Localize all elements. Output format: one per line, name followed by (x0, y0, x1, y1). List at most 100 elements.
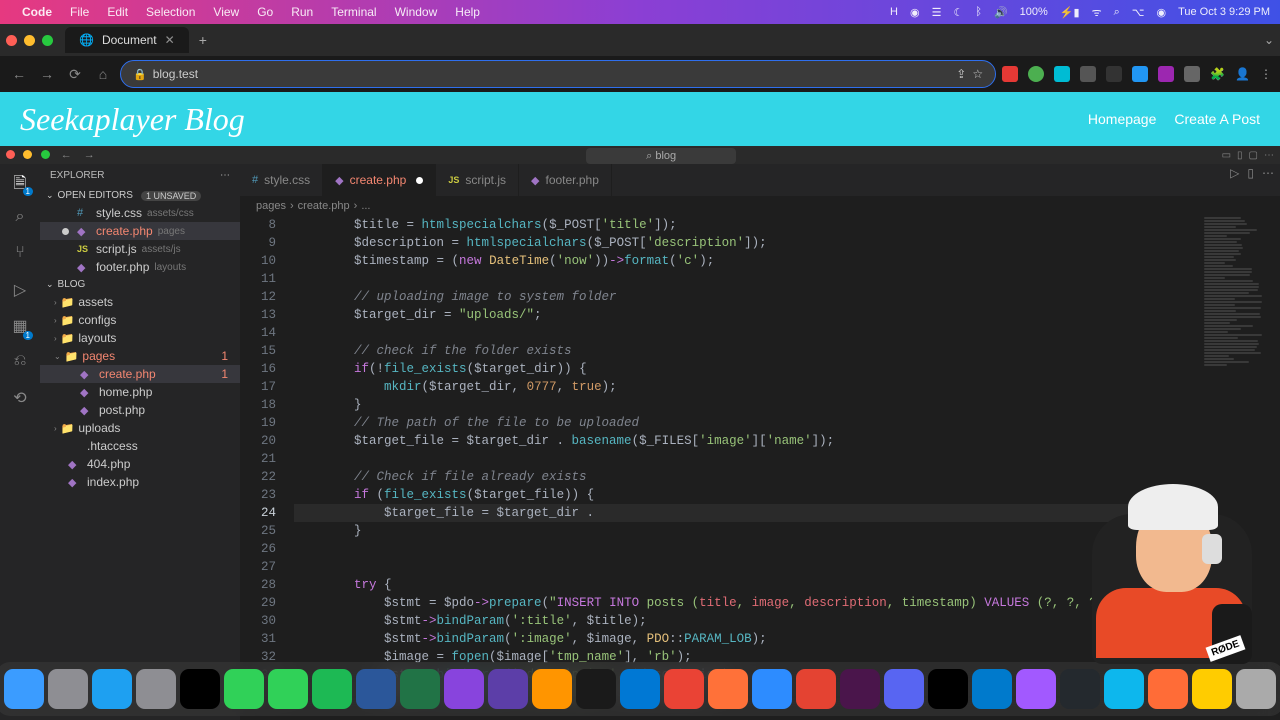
command-center[interactable]: ⌕ blog (586, 148, 736, 164)
extension-icon[interactable] (1184, 66, 1200, 82)
dock-app-xcode[interactable] (576, 669, 616, 709)
menu-terminal[interactable]: Terminal (331, 5, 376, 19)
reload-button[interactable]: ⟳ (64, 66, 86, 83)
nav-create-post[interactable]: Create A Post (1174, 111, 1260, 127)
extensions-icon[interactable]: ▦1 (9, 316, 31, 338)
dock-app-chrome[interactable] (664, 669, 704, 709)
dock-app-todoist[interactable] (796, 669, 836, 709)
dock-app-finder[interactable] (4, 669, 44, 709)
source-control-icon[interactable]: ⑂ (9, 244, 31, 266)
menu-selection[interactable]: Selection (146, 5, 195, 19)
more-icon[interactable]: ⋯ (1264, 150, 1274, 161)
menubar-clock[interactable]: Tue Oct 3 9:29 PM (1178, 6, 1270, 18)
maximize-icon[interactable] (42, 35, 53, 46)
minimize-icon[interactable] (24, 35, 35, 46)
address-bar[interactable]: 🔒 blog.test ⇪ ☆ (120, 60, 996, 88)
open-editors-section[interactable]: ⌄ OPEN EDITORS 1 unsaved (40, 187, 240, 204)
explorer-icon[interactable]: 🗎1 (9, 172, 31, 194)
dock-app-messages[interactable] (224, 669, 264, 709)
back-button[interactable]: ← (8, 66, 30, 82)
dock-app-docker[interactable] (1104, 669, 1144, 709)
new-tab-button[interactable]: + (199, 32, 207, 48)
dock-app-terminal[interactable] (928, 669, 968, 709)
file-.htaccess[interactable]: .htaccess (40, 437, 240, 455)
dock-app-designer[interactable] (488, 669, 528, 709)
bookmark-icon[interactable]: ☆ (972, 67, 983, 81)
menu-icon[interactable]: ⋮ (1260, 67, 1272, 81)
maximize-icon[interactable] (41, 150, 50, 159)
project-section[interactable]: ⌄ BLOG (40, 276, 240, 293)
open-editor-file[interactable]: footer.php layouts (40, 258, 240, 276)
profile-icon[interactable]: 👤 (1235, 67, 1250, 81)
close-icon[interactable] (6, 35, 17, 46)
nav-back-icon[interactable]: ← (61, 149, 72, 161)
menu-view[interactable]: View (213, 5, 239, 19)
forward-button[interactable]: → (36, 66, 58, 82)
search-icon[interactable]: ⌕ (1114, 6, 1120, 19)
open-editor-file[interactable]: style.css assets/css (40, 204, 240, 222)
folder-layouts[interactable]: › layouts (40, 329, 240, 347)
menu-help[interactable]: Help (455, 5, 480, 19)
dock-app-excel[interactable] (400, 669, 440, 709)
menu-go[interactable]: Go (257, 5, 273, 19)
menu-file[interactable]: File (70, 5, 89, 19)
browser-tab[interactable]: 🌐 Document ✕ (65, 27, 189, 53)
extension-icon[interactable] (1080, 66, 1096, 82)
nav-forward-icon[interactable]: → (84, 149, 95, 161)
dock-app-vscode[interactable] (972, 669, 1012, 709)
editor-tab-style.css[interactable]: style.css (240, 164, 323, 196)
extension-icon[interactable] (1132, 66, 1148, 82)
dock-app-slack[interactable] (840, 669, 880, 709)
file-index.php[interactable]: index.php (40, 473, 240, 491)
layout-icon[interactable]: ▢ (1249, 150, 1258, 161)
extensions-menu-icon[interactable]: 🧩 (1210, 67, 1225, 81)
minimize-icon[interactable] (23, 150, 32, 159)
tab-close-icon[interactable]: ✕ (165, 33, 175, 47)
bluetooth-icon[interactable]: ᛒ (975, 6, 982, 18)
wifi-icon[interactable]: ᯤ (1092, 5, 1102, 20)
layout-icon[interactable]: ▭ (1222, 150, 1231, 161)
editor-tab-create.php[interactable]: create.php (323, 164, 436, 196)
menubar-icon[interactable]: H (890, 6, 898, 18)
dock-app-word[interactable] (356, 669, 396, 709)
extension-icon[interactable] (1054, 66, 1070, 82)
folder-uploads[interactable]: › uploads (40, 419, 240, 437)
file-create.php[interactable]: create.php1 (40, 365, 240, 383)
dock-app-figma[interactable] (1016, 669, 1056, 709)
extension-icon[interactable] (1002, 66, 1018, 82)
dock-app-spotify[interactable] (312, 669, 352, 709)
dock-app-affinity[interactable] (444, 669, 484, 709)
dock-app-app2[interactable] (1236, 669, 1276, 709)
menubar-icon[interactable]: ☰ (932, 6, 942, 19)
editor-tab-footer.php[interactable]: footer.php (519, 164, 612, 196)
dock-app-edge[interactable] (620, 669, 660, 709)
dock-app-tv[interactable] (180, 669, 220, 709)
dock-app-postman[interactable] (1148, 669, 1188, 709)
file-404.php[interactable]: 404.php (40, 455, 240, 473)
folder-pages[interactable]: ⌄ pages1 (40, 347, 240, 365)
more-icon[interactable]: ⋯ (1262, 166, 1274, 180)
menubar-app[interactable]: Code (22, 5, 52, 19)
menu-run[interactable]: Run (291, 5, 313, 19)
extension-icon[interactable] (1158, 66, 1174, 82)
dock-app-safari[interactable] (92, 669, 132, 709)
live-share-icon[interactable]: ⟲ (9, 388, 31, 410)
run-icon[interactable]: ▷ (1230, 166, 1239, 180)
close-icon[interactable] (6, 150, 15, 159)
menu-window[interactable]: Window (395, 5, 438, 19)
control-center-icon[interactable]: ⌥ (1132, 6, 1145, 19)
file-home.php[interactable]: home.php (40, 383, 240, 401)
volume-icon[interactable]: 🔊 (994, 6, 1008, 19)
share-icon[interactable]: ⇪ (956, 67, 966, 81)
dock-app-github[interactable] (1060, 669, 1100, 709)
folder-assets[interactable]: › assets (40, 293, 240, 311)
extension-icon[interactable] (1106, 66, 1122, 82)
search-icon[interactable]: ⌕ (9, 208, 31, 230)
dock-app-discord[interactable] (884, 669, 924, 709)
dock-app-app1[interactable] (1192, 669, 1232, 709)
menu-edit[interactable]: Edit (107, 5, 128, 19)
siri-icon[interactable]: ◉ (1156, 6, 1166, 19)
breadcrumbs[interactable]: pages › create.php › ... (240, 196, 1280, 216)
dock-app-settings[interactable] (136, 669, 176, 709)
dock-app-zoom[interactable] (752, 669, 792, 709)
